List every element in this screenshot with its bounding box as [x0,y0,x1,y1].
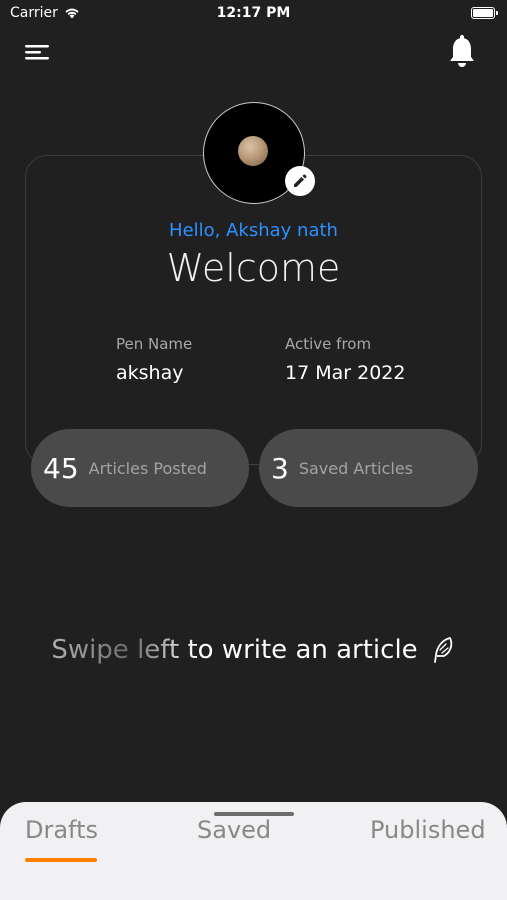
tab-published[interactable]: Published [370,816,486,844]
tab-drafts[interactable]: Drafts [25,816,98,844]
pen-name-value: akshay [116,362,184,384]
saved-articles-label: Saved Articles [298,458,414,478]
pencil-icon [294,174,307,187]
pen-name-label: Pen Name [116,335,193,353]
articles-posted-label: Articles Posted [88,458,207,478]
active-from-label: Active from [285,335,372,353]
active-from-value: 17 Mar 2022 [285,362,406,384]
saved-articles-stat[interactable]: 3 Saved Articles [259,429,478,507]
bottom-tab-sheet[interactable]: Drafts Saved Published [0,802,507,900]
hamburger-menu-icon[interactable] [22,40,52,64]
articles-posted-count: 45 [43,451,79,485]
greeting-text: Hello, Akshay nath [169,220,338,241]
status-bar: Carrier 12:17 PM [0,0,507,28]
status-time: 12:17 PM [216,5,291,21]
moon-image [238,136,268,166]
swipe-hint: Swipe left to write an article [0,635,507,665]
active-tab-indicator [25,858,97,862]
bell-icon[interactable] [447,34,477,70]
tab-saved[interactable]: Saved [197,816,271,844]
edit-avatar-button[interactable] [285,166,315,196]
saved-articles-count: 3 [271,451,289,485]
feather-icon [433,637,452,663]
welcome-title: Welcome [166,246,341,290]
swipe-hint-text: Swipe left to write an article [51,635,418,665]
battery-icon [471,7,498,19]
articles-posted-stat[interactable]: 45 Articles Posted [31,429,249,507]
